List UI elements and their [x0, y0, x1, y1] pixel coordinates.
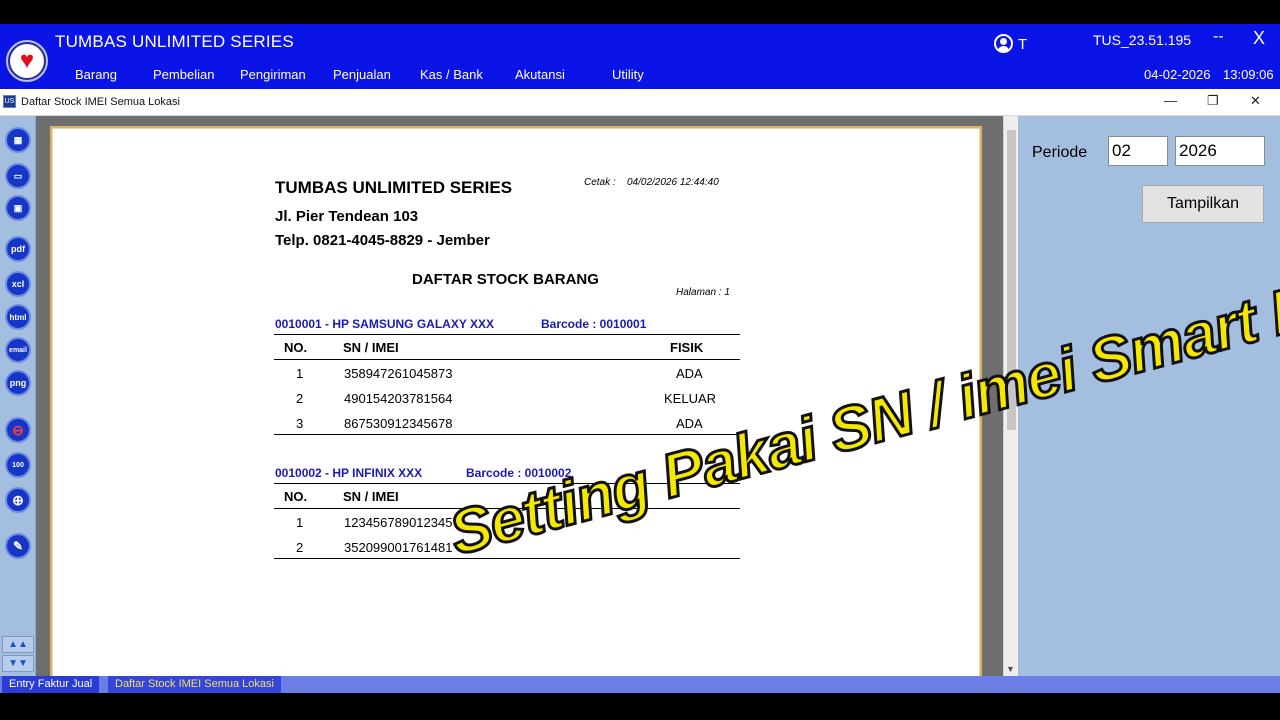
divider: [274, 334, 740, 335]
report-page: TUMBAS UNLIMITED SERIES Cetak : 04/02/20…: [50, 126, 982, 681]
grid-icon[interactable]: ▦: [5, 127, 31, 153]
preview-toolbar: ▦ ▭ ▣ pdf xcl html email png ⊖ 100 ⊕ ✎ ▲…: [0, 116, 36, 676]
table-cell-fisik: ADA: [676, 366, 703, 381]
app-logo: ♥: [6, 40, 48, 82]
zoom-100-icon[interactable]: 100: [5, 452, 31, 478]
divider: [274, 434, 740, 435]
table-cell-sn: 490154203781564: [344, 391, 453, 406]
scroll-down-icon[interactable]: ▼▼: [2, 655, 34, 672]
report-address: Jl. Pier Tendean 103: [275, 208, 419, 225]
table-cell-no: 1: [296, 366, 304, 381]
app-minimize-button[interactable]: --: [1213, 28, 1224, 46]
column-header-sn: SN / IMEI: [343, 489, 399, 504]
zoom-out-icon[interactable]: ⊖: [5, 417, 31, 443]
table-cell-no: 2: [296, 540, 304, 555]
report-window-title-bar: US Daftar Stock IMEI Semua Lokasi — ❐ ✕: [0, 89, 1280, 116]
zoom-in-icon[interactable]: ⊕: [5, 487, 31, 513]
table-cell-sn: 358947261045873: [344, 366, 453, 381]
app-root: ♥ TUMBAS UNLIMITED SERIES Barang Pembeli…: [0, 0, 1280, 720]
periode-label: Periode: [1032, 144, 1088, 161]
filter-panel: Periode Tampilkan: [1018, 116, 1280, 676]
app-title-bar: ♥ TUMBAS UNLIMITED SERIES Barang Pembeli…: [0, 24, 1280, 89]
user-icon[interactable]: [994, 34, 1013, 53]
scroll-up-icon[interactable]: ▲▲: [2, 636, 34, 653]
report-title: DAFTAR STOCK BARANG: [412, 271, 599, 288]
menu-kas-bank[interactable]: Kas / Bank: [420, 67, 483, 82]
app-close-button[interactable]: X: [1253, 28, 1265, 49]
print-time: 04/02/2026 12:44:40: [627, 177, 719, 188]
tab-entry-faktur-jual[interactable]: Entry Faktur Jual: [2, 676, 100, 693]
current-date: 04-02-2026: [1144, 67, 1211, 82]
export-excel-button[interactable]: xcl: [5, 271, 31, 297]
menu-barang[interactable]: Barang: [75, 67, 117, 82]
table-cell-fisik: KELUAR: [664, 391, 717, 406]
tampilkan-button[interactable]: Tampilkan: [1142, 185, 1264, 223]
table-cell-sn: 352099001761481: [344, 540, 453, 555]
menu-pengiriman[interactable]: Pengiriman: [240, 67, 306, 82]
divider: [274, 483, 740, 484]
periode-year-input[interactable]: [1175, 136, 1265, 166]
print-label: Cetak :: [584, 177, 616, 188]
group-item-name: 0010001 - HP SAMSUNG GALAXY XXX: [275, 317, 494, 331]
window-title: Daftar Stock IMEI Semua Lokasi: [21, 96, 180, 108]
periode-month-input[interactable]: [1108, 136, 1168, 166]
current-time: 13:09:06: [1223, 67, 1274, 82]
window-tab-bar: Entry Faktur Jual Daftar Stock IMEI Semu…: [0, 676, 1280, 693]
window-close-button[interactable]: ✕: [1250, 93, 1261, 109]
edit-icon[interactable]: ✎: [5, 533, 31, 559]
menu-akutansi[interactable]: Akutansi: [515, 67, 565, 82]
table-cell-sn: 123456789012345: [344, 515, 453, 530]
menu-penjualan[interactable]: Penjualan: [333, 67, 391, 82]
divider: [274, 508, 740, 509]
column-header-no: NO.: [284, 340, 308, 355]
table-cell-no: 2: [296, 391, 304, 406]
page-setup-icon[interactable]: ▭: [5, 163, 31, 189]
menu-pembelian[interactable]: Pembelian: [153, 67, 214, 82]
table-cell-sn: 867530912345678: [344, 416, 453, 431]
column-header-fisik: FISIK: [670, 340, 704, 355]
report-phone: Telp. 0821-4045-8829 - Jember: [275, 232, 490, 249]
report-preview-area[interactable]: TUMBAS UNLIMITED SERIES Cetak : 04/02/20…: [36, 116, 1003, 681]
window-minimize-button[interactable]: —: [1164, 93, 1177, 108]
tab-daftar-stock-imei[interactable]: Daftar Stock IMEI Semua Lokasi: [108, 676, 281, 693]
report-window: US Daftar Stock IMEI Semua Lokasi — ❐ ✕ …: [0, 89, 1280, 681]
table-cell-no: 3: [296, 416, 304, 431]
window-app-icon: US: [3, 95, 16, 108]
scroll-arrow-down-icon[interactable]: ▼: [1006, 664, 1015, 674]
group-barcode: Barcode : 0010001: [541, 317, 647, 331]
app-title: TUMBAS UNLIMITED SERIES: [55, 32, 294, 51]
group-item-name: 0010002 - HP INFINIX XXX: [275, 466, 423, 480]
column-header-sn: SN / IMEI: [343, 340, 399, 355]
report-company: TUMBAS UNLIMITED SERIES: [275, 178, 513, 197]
window-restore-button[interactable]: ❐: [1207, 93, 1219, 109]
divider: [274, 359, 740, 360]
table-cell-fisik: ADA: [676, 416, 703, 431]
menu-utility[interactable]: Utility: [612, 67, 644, 82]
page-number: Halaman : 1: [676, 287, 730, 298]
export-png-button[interactable]: png: [5, 370, 31, 396]
divider: [274, 558, 740, 559]
scrollbar-thumb[interactable]: [1007, 130, 1016, 430]
user-name[interactable]: T: [1018, 36, 1027, 53]
export-html-button[interactable]: html: [5, 304, 31, 330]
preview-vertical-scrollbar[interactable]: ▼: [1003, 116, 1018, 676]
version-label: TUS_23.51.195: [1093, 32, 1192, 48]
heart-icon: ♥: [10, 44, 44, 78]
monitor-icon[interactable]: ▣: [5, 195, 31, 221]
export-email-button[interactable]: email: [5, 337, 31, 363]
export-pdf-button[interactable]: pdf: [5, 236, 31, 262]
column-header-no: NO.: [284, 489, 308, 504]
group-barcode: Barcode : 0010002: [466, 466, 572, 480]
table-cell-no: 1: [296, 515, 304, 530]
